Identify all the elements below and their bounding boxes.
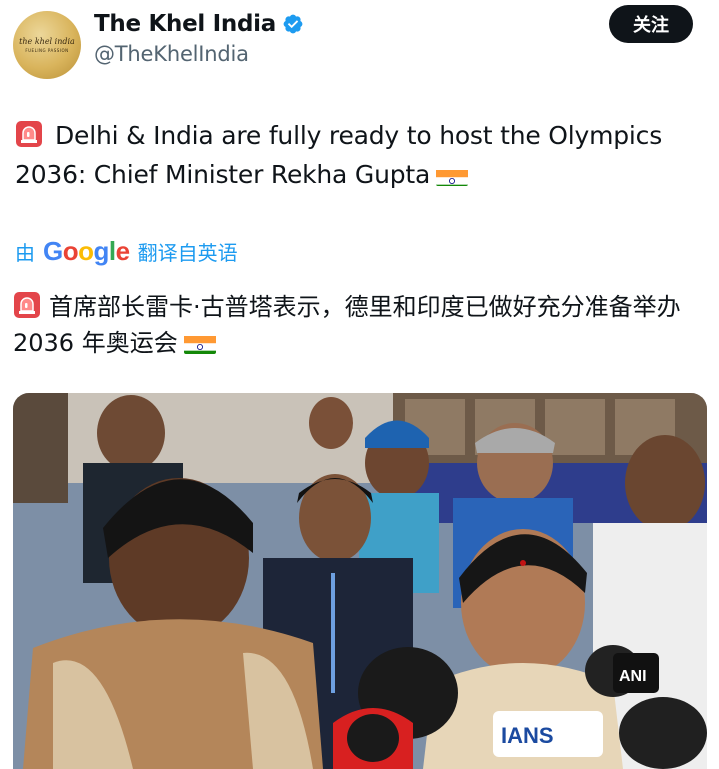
india-flag-icon: [436, 164, 469, 186]
verified-badge-icon: [282, 13, 304, 35]
google-logo: Google: [43, 235, 130, 266]
tweet-photo[interactable]: IANS ANI: [13, 393, 707, 769]
tweet-text: Delhi & India are fully ready to host th…: [15, 116, 705, 194]
press-scene-illustration: IANS ANI: [13, 393, 707, 769]
display-name[interactable]: The Khel India: [94, 11, 276, 37]
avatar[interactable]: the khel india FUELING PASSION: [13, 11, 81, 79]
tweet-header: the khel india FUELING PASSION The Khel …: [0, 0, 719, 90]
user-handle[interactable]: @TheKhelIndia: [94, 42, 249, 66]
ians-mic-label: IANS: [501, 723, 554, 748]
translated-body: 首席部长雷卡·古普塔表示，德里和印度已做好充分准备举办 2036 年奥运会: [13, 293, 681, 357]
siren-emoji-icon: [15, 120, 43, 148]
follow-button[interactable]: 关注: [609, 5, 693, 43]
name-row: The Khel India: [94, 8, 304, 40]
translated-text: 首席部长雷卡·古普塔表示，德里和印度已做好充分准备举办 2036 年奥运会: [13, 289, 707, 361]
translate-from-english-link[interactable]: 翻译自英语: [138, 237, 238, 266]
avatar-tagline: FUELING PASSION: [25, 48, 69, 53]
ani-mic-label: ANI: [619, 668, 647, 685]
siren-emoji-icon: [13, 291, 41, 319]
tweet-body: Delhi & India are fully ready to host th…: [15, 121, 663, 189]
avatar-logo-text: the khel india: [19, 37, 75, 46]
translation-prefix: 由: [15, 240, 35, 265]
india-flag-icon: [183, 332, 216, 354]
translation-attribution: 由 Google 翻译自英语: [15, 234, 238, 268]
